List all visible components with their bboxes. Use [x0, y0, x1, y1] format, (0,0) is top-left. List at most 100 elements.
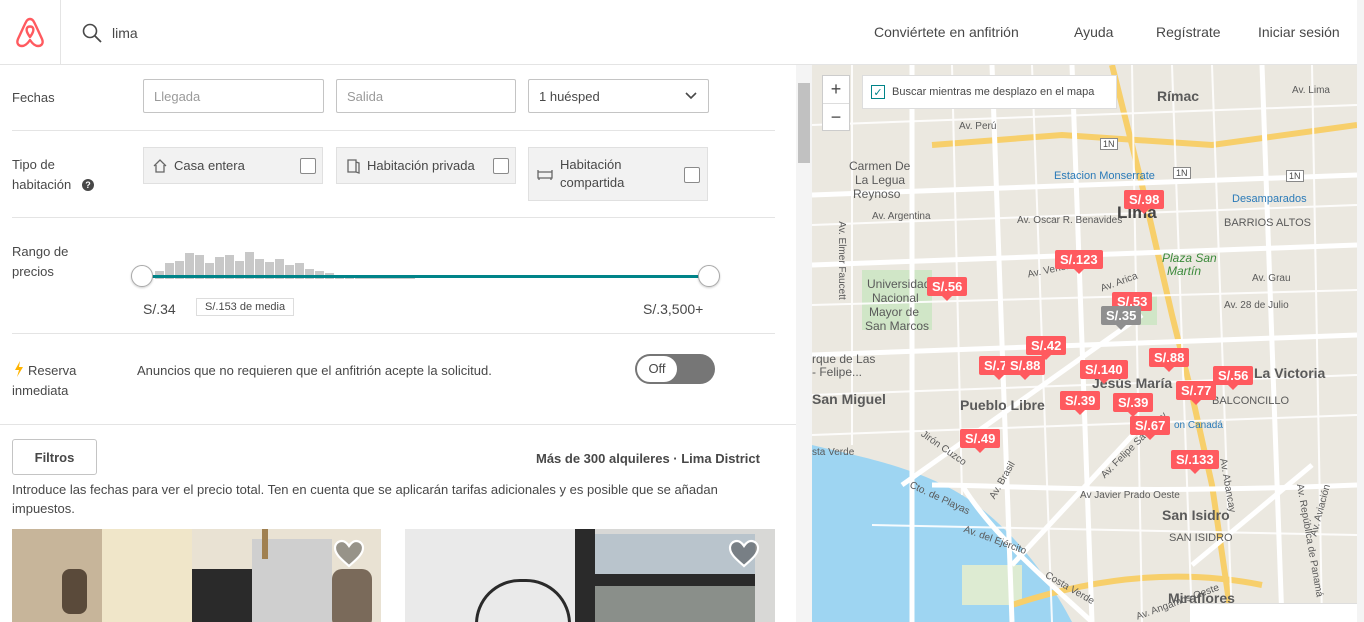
home-icon — [153, 158, 167, 173]
divider — [0, 424, 796, 425]
couch-icon — [537, 170, 553, 180]
room-type-label-shared-2: compartida — [560, 175, 625, 190]
nav-help[interactable]: Ayuda — [1074, 24, 1113, 40]
street-label: Av. Argentina — [872, 211, 931, 222]
price-slider-max-handle[interactable] — [698, 265, 720, 287]
room-type-shared-room[interactable]: Habitación compartida — [528, 147, 708, 201]
price-slider-track[interactable] — [143, 275, 709, 278]
guests-select[interactable]: 1 huésped — [528, 79, 709, 113]
dates-label: Fechas — [12, 90, 55, 105]
street-label: Av. Oscar R. Benavides — [1017, 215, 1123, 226]
map-price-pin[interactable]: S/.39 — [1060, 391, 1101, 415]
map[interactable]: + − ✓ Buscar mientras me desplazo en el … — [812, 65, 1357, 622]
map-price-pin[interactable]: S/.123 — [1055, 250, 1103, 274]
toggle-knob: Off — [636, 355, 678, 383]
checkin-field[interactable]: Llegada — [143, 79, 324, 113]
map-price-pin[interactable]: S/.67 — [1130, 416, 1171, 440]
checkbox-search-on-move[interactable]: ✓ — [871, 85, 885, 99]
map-price-pin[interactable]: S/.56 — [1213, 366, 1254, 390]
nav-login[interactable]: Iniciar sesión — [1258, 24, 1340, 40]
map-price-pin[interactable]: S/.77 — [1176, 381, 1217, 405]
map-price-pin[interactable]: S/.133 — [1171, 450, 1219, 474]
nav-signup[interactable]: Regístrate — [1156, 24, 1221, 40]
map-price-pin[interactable]: S/.88 — [1149, 348, 1190, 372]
room-type-label-2: habitación — [12, 177, 72, 192]
list-scrollbar[interactable] — [796, 65, 812, 622]
listing-photo-1[interactable] — [12, 529, 381, 622]
listing-photo-2[interactable] — [405, 529, 775, 622]
zoom-controls: + − — [822, 75, 850, 131]
price-min: S/.34 — [143, 301, 176, 317]
map-label-pueblo-libre: Pueblo Libre — [960, 397, 1045, 413]
map-price-pin[interactable]: S/.49 — [960, 429, 1001, 453]
map-price-pin[interactable]: S/.98 — [1124, 190, 1165, 214]
checkin-placeholder: Llegada — [154, 88, 201, 104]
room-type-private-room[interactable]: Habitación privada — [336, 147, 516, 184]
zoom-out-button[interactable]: − — [823, 104, 849, 131]
heart-icon[interactable] — [728, 539, 760, 569]
map-label-unmsm-3: Mayor de — [869, 305, 920, 319]
street-label: Av. Perú — [959, 121, 997, 132]
search-on-move-control[interactable]: ✓ Buscar mientras me desplazo en el mapa — [862, 75, 1117, 109]
room-type-entire-home[interactable]: Casa entera — [143, 147, 323, 184]
map-price-pin[interactable]: S/.35 — [1101, 306, 1142, 330]
divider — [12, 217, 775, 218]
price-range-label: Rango de — [12, 244, 69, 259]
airbnb-logo[interactable] — [0, 0, 61, 64]
checkbox-shared-room[interactable] — [684, 167, 700, 183]
nav-become-host[interactable]: Conviértete en anfitrión — [874, 24, 1019, 40]
chevron-down-icon — [685, 92, 697, 100]
map-label-rimac: Rímac — [1157, 88, 1200, 104]
map-label-unmsm-1: Universidad — [867, 277, 931, 291]
search-bar[interactable]: lima — [82, 20, 138, 46]
map-card-partial — [1190, 603, 1357, 622]
divider — [12, 333, 775, 334]
map-price-pin[interactable]: S/.42 — [1026, 336, 1067, 360]
price-max: S/.3,500+ — [643, 301, 704, 317]
page-scrollbar[interactable] — [1357, 0, 1364, 622]
guests-value: 1 huésped — [539, 88, 600, 104]
checkout-field[interactable]: Salida — [336, 79, 516, 113]
map-price-pin[interactable]: S/.39 — [1113, 393, 1154, 417]
scrollbar-thumb[interactable] — [798, 83, 810, 163]
map-label-balconcillo: BALCONCILLO — [1212, 395, 1290, 407]
lightning-icon — [15, 361, 23, 377]
map-label-carmen-3: Reynoso — [853, 187, 901, 201]
help-icon[interactable]: ? — [82, 179, 94, 191]
route-shield: 1N — [1286, 170, 1304, 182]
street-label: Av. 28 de Julio — [1224, 300, 1289, 311]
map-label-unmsm-2: Nacional — [872, 291, 919, 305]
instant-book-toggle[interactable]: Off — [635, 354, 715, 384]
map-label-canada: on Canadá — [1174, 420, 1223, 431]
street-label: Av Javier Prado Oeste — [1080, 490, 1180, 501]
zoom-in-button[interactable]: + — [823, 76, 849, 104]
map-label-carmen-2: La Legua — [855, 173, 906, 187]
instant-book-description: Anuncios que no requieren que el anfitri… — [137, 363, 492, 378]
checkbox-entire-home[interactable] — [300, 158, 316, 174]
map-label-san-isidro-small: SAN ISIDRO — [1169, 532, 1233, 544]
street-label: Av. Grau — [1252, 273, 1291, 284]
checkout-placeholder: Salida — [347, 88, 384, 104]
search-input[interactable]: lima — [112, 25, 138, 41]
map-label-san-isidro: San Isidro — [1162, 507, 1230, 523]
map-label-la-victoria: La Victoria — [1254, 365, 1326, 381]
map-price-pin[interactable]: S/.88 — [1005, 356, 1046, 380]
filters-button[interactable]: Filtros — [12, 439, 97, 475]
heart-icon[interactable] — [333, 539, 365, 569]
checkbox-private-room[interactable] — [493, 158, 509, 174]
map-label-parque: rque de Las — [812, 352, 876, 366]
map-label-felipe: - Felipe... — [812, 365, 863, 379]
street-label: Av. Elmer Faucett — [835, 221, 847, 300]
search-on-move-label: Buscar mientras me desplazo en el mapa — [892, 86, 1095, 98]
instant-book-label: Reserva — [28, 363, 77, 378]
map-price-pin[interactable]: S/.56 — [927, 277, 968, 301]
map-label-martin: Martín — [1167, 264, 1202, 278]
map-price-pin[interactable]: S/.140 — [1080, 360, 1128, 384]
route-shield: 1N — [1173, 167, 1191, 179]
search-icon — [82, 23, 102, 43]
instant-book-label-2: inmediata — [12, 383, 69, 398]
map-label-plaza-san: Plaza San — [1162, 251, 1217, 265]
price-slider-min-handle[interactable] — [131, 265, 153, 287]
price-range-label-2: precios — [12, 264, 54, 279]
room-type-label: Tipo de — [12, 157, 55, 172]
